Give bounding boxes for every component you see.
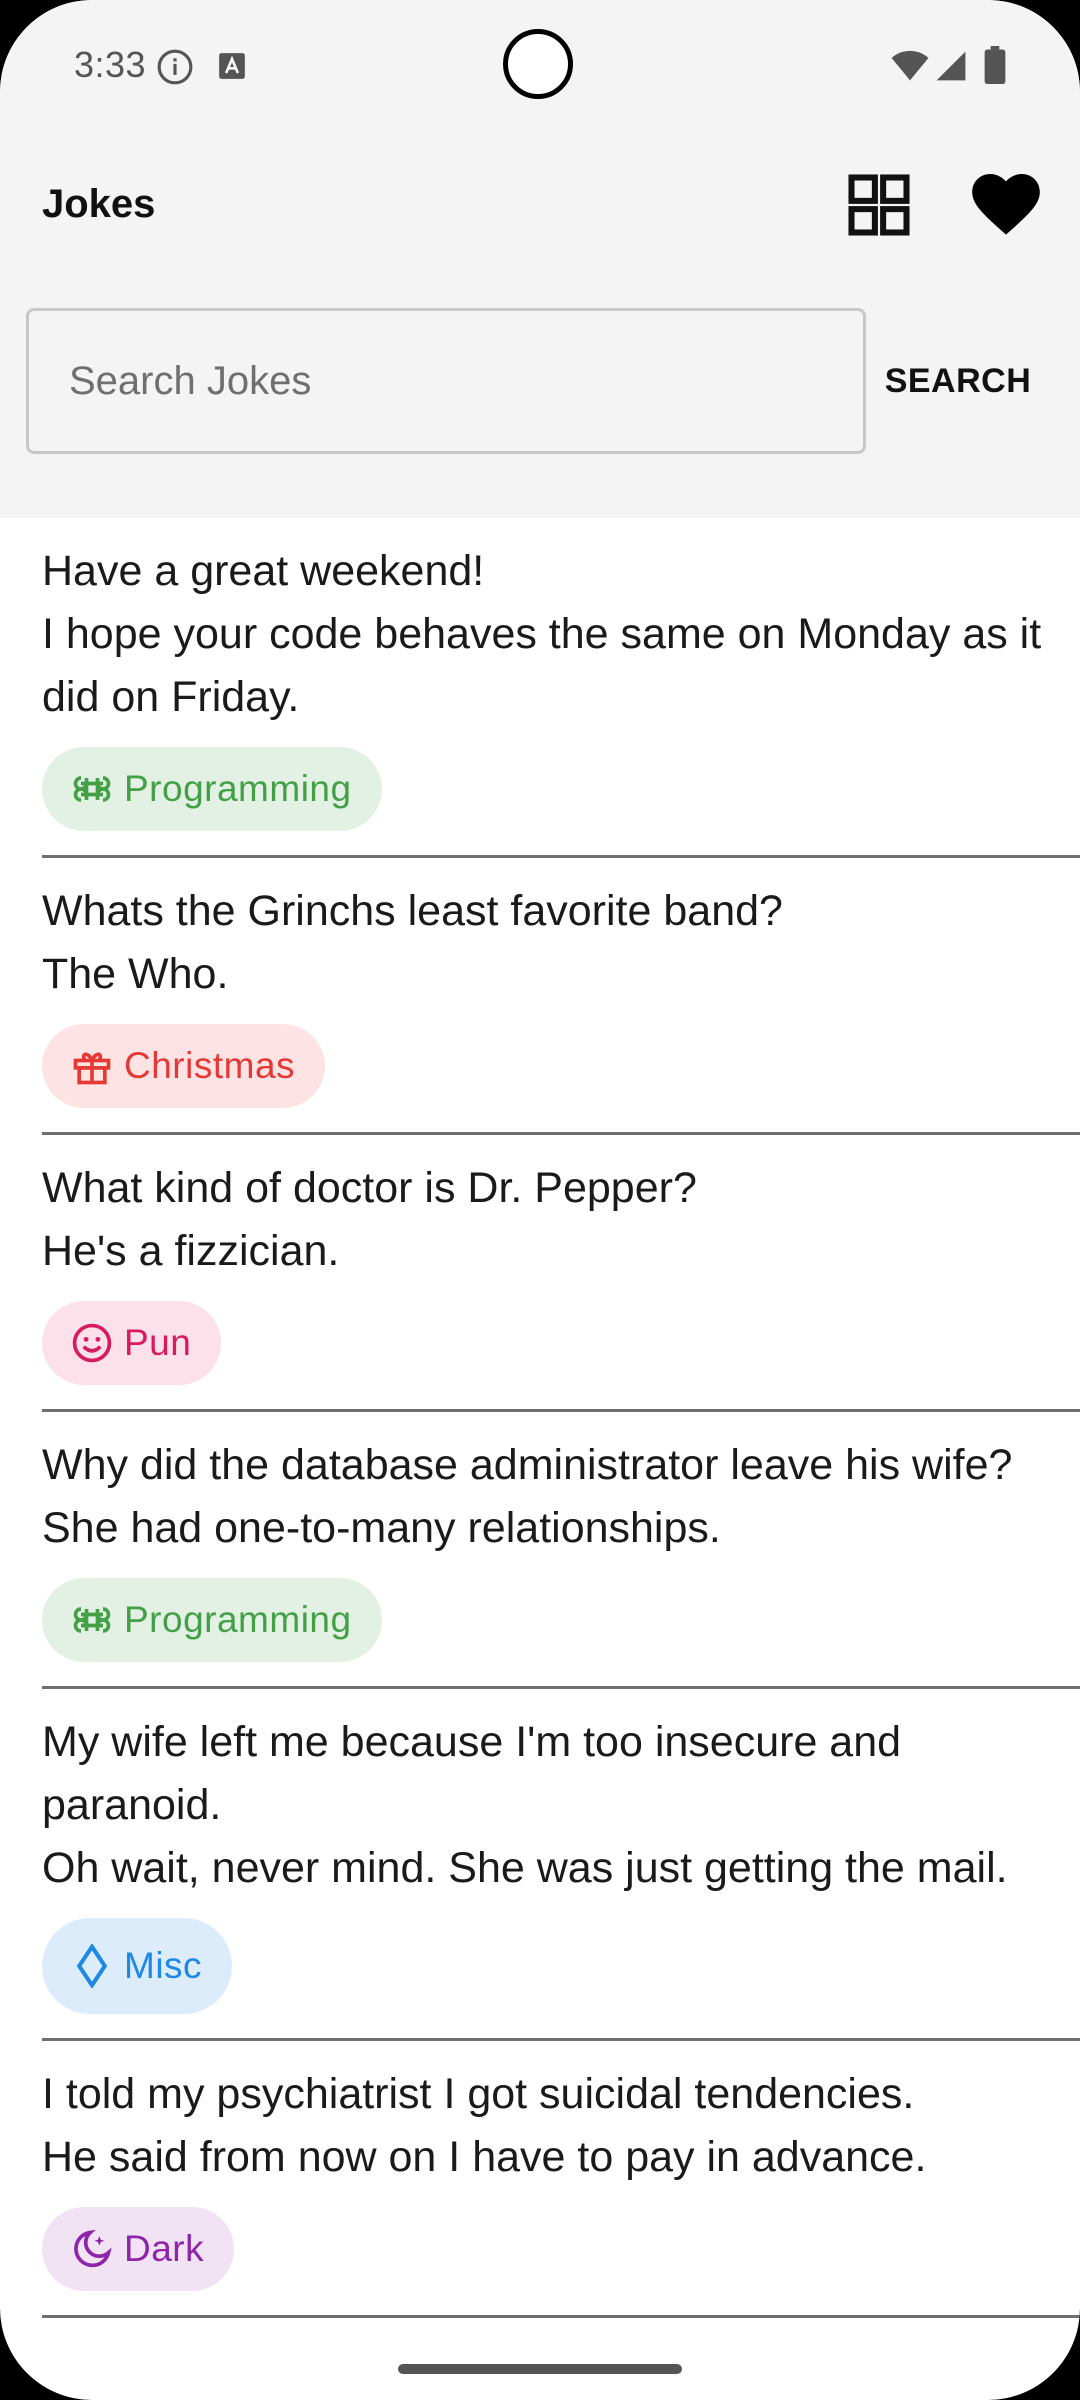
smile-icon bbox=[72, 1323, 112, 1363]
joke-text: What kind of doctor is Dr. Pepper? He's … bbox=[42, 1164, 697, 1275]
joke-item[interactable]: Whats the Grinchs least favorite band? T… bbox=[42, 858, 1080, 1135]
front-camera bbox=[503, 29, 573, 99]
category-chip-programming[interactable]: Programming bbox=[42, 1578, 382, 1662]
grid-view-icon[interactable] bbox=[846, 172, 912, 238]
status-time: 3:33 bbox=[74, 44, 147, 85]
joke-text: Have a great weekend! I hope your code b… bbox=[42, 547, 1042, 721]
status-bar: 3:33 bbox=[0, 0, 1080, 132]
app-title: Jokes bbox=[42, 182, 156, 226]
joke-item[interactable]: My wife left me because I'm too insecure… bbox=[42, 1689, 1080, 2041]
joke-item[interactable]: What kind of doctor is Dr. Pepper? He's … bbox=[42, 1135, 1080, 1412]
joke-text: Why did the database administrator leave… bbox=[42, 1441, 1013, 1552]
moon-stars-icon bbox=[74, 2229, 112, 2268]
info-icon bbox=[157, 49, 193, 85]
joke-text: I told my psychiatrist I got suicidal te… bbox=[42, 2070, 927, 2181]
joke-list[interactable]: Have a great weekend! I hope your code b… bbox=[0, 518, 1080, 2318]
top-section: 3:33 Jokes Search Jokes SEARCH bbox=[0, 0, 1080, 518]
chip-label: Misc bbox=[124, 1945, 203, 1986]
chip-label: Christmas bbox=[124, 1045, 296, 1086]
category-chip-misc[interactable]: Misc bbox=[42, 1918, 233, 2014]
category-chip-christmas[interactable]: Christmas bbox=[42, 1024, 326, 1108]
joke-item[interactable]: I told my psychiatrist I got suicidal te… bbox=[42, 2041, 1080, 2318]
chip-label: Dark bbox=[124, 2228, 205, 2269]
chip-label: Programming bbox=[124, 1599, 352, 1640]
command-icon bbox=[73, 776, 111, 802]
chip-label: Programming bbox=[124, 768, 352, 809]
joke-item[interactable]: Have a great weekend! I hope your code b… bbox=[42, 518, 1080, 858]
command-icon bbox=[73, 1607, 111, 1633]
signal-icon bbox=[936, 51, 966, 81]
battery-icon bbox=[984, 46, 1006, 84]
home-indicator[interactable] bbox=[398, 2364, 682, 2374]
category-chip-programming[interactable]: Programming bbox=[42, 747, 382, 831]
search-input[interactable] bbox=[26, 308, 866, 454]
search-button[interactable]: SEARCH bbox=[878, 308, 1038, 454]
category-chip-pun[interactable]: Pun bbox=[42, 1301, 222, 1385]
category-chip-dark[interactable]: Dark bbox=[42, 2207, 235, 2291]
diamond-icon bbox=[76, 1944, 108, 1988]
heart-icon[interactable] bbox=[972, 174, 1040, 236]
gift-icon bbox=[73, 1052, 111, 1085]
joke-text: My wife left me because I'm too insecure… bbox=[42, 1718, 1008, 1892]
app-bar: Jokes bbox=[0, 160, 1080, 250]
phone-screen: 3:33 Jokes Search Jokes SEARCH Have a gr… bbox=[0, 0, 1080, 2400]
chip-label: Pun bbox=[124, 1322, 192, 1363]
wifi-icon bbox=[891, 50, 929, 81]
joke-item[interactable]: Why did the database administrator leave… bbox=[42, 1412, 1080, 1689]
joke-text: Whats the Grinchs least favorite band? T… bbox=[42, 887, 783, 998]
a-icon bbox=[219, 53, 245, 79]
